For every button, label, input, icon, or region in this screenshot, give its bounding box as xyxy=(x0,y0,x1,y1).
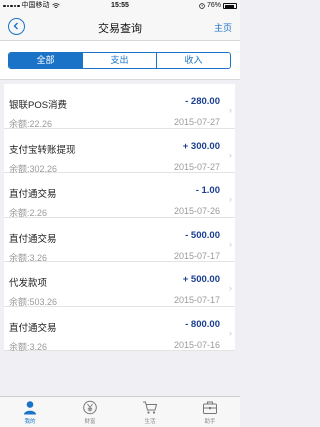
tabbar-label: 财富 xyxy=(84,419,96,425)
transaction-amount: - 500.00 xyxy=(185,229,220,241)
tabbar-item-life[interactable]: 生活 xyxy=(120,397,180,427)
transaction-amount: - 1.00 xyxy=(195,185,220,196)
page-title: 交易查询 xyxy=(98,23,142,35)
transaction-row[interactable]: 银联POS消费 - 280.00 余额:22.26 2015-07-27 › xyxy=(4,84,235,129)
transaction-balance: 余额:3.26 xyxy=(9,341,48,352)
transaction-row[interactable]: 直付通交易 - 800.00 余额:3.26 2015-07-16 › xyxy=(4,306,235,352)
transaction-name: 支付宝转账提现 xyxy=(9,144,76,156)
alarm-icon xyxy=(199,3,205,9)
transaction-row[interactable]: 直付通交易 - 500.00 余额:3.26 2015-07-17 › xyxy=(4,217,235,263)
transaction-date: 2015-07-17 xyxy=(173,250,220,261)
transaction-date: 2015-07-26 xyxy=(173,206,220,216)
tab-expense[interactable]: 支出 xyxy=(82,53,156,68)
person-icon xyxy=(24,401,36,415)
transaction-row[interactable]: 代发款项 + 500.00 余额:503.26 2015-07-17 › xyxy=(4,262,235,307)
tabbar-item-assistant[interactable]: 助手 xyxy=(180,397,240,427)
transaction-amount: - 280.00 xyxy=(185,96,220,107)
transaction-name: 直付通交易 xyxy=(9,322,57,334)
cart-icon xyxy=(143,401,158,414)
tabbar-label: 我的 xyxy=(24,419,36,425)
battery-percent: 76% xyxy=(206,2,221,9)
tabbar-label: 助手 xyxy=(204,419,216,425)
transaction-date: 2015-07-27 xyxy=(173,117,220,127)
transaction-amount: + 500.00 xyxy=(182,274,220,285)
tab-all[interactable]: 全部 xyxy=(9,53,82,68)
chevron-right-icon: › xyxy=(229,194,232,204)
yen-icon xyxy=(83,400,97,415)
transaction-date: 2015-07-17 xyxy=(173,295,220,305)
transaction-row[interactable]: 支付宝转账提现 + 300.00 余额:302.26 2015-07-27 › xyxy=(4,128,235,174)
briefcase-icon xyxy=(203,401,217,414)
status-bar: 中国移动 15:55 76% xyxy=(0,0,240,12)
transaction-name: 直付通交易 xyxy=(9,189,57,200)
battery-icon xyxy=(223,3,237,9)
transaction-date: 2015-07-27 xyxy=(173,161,220,172)
transaction-name: 银联POS消费 xyxy=(9,100,68,111)
filter-bar: 全部 支出 收入 xyxy=(0,41,240,80)
filter-tabs: 全部 支出 收入 xyxy=(8,52,231,69)
transaction-name: 代发款项 xyxy=(9,278,48,289)
transaction-amount: - 800.00 xyxy=(185,318,220,330)
chevron-right-icon: › xyxy=(229,238,232,249)
transaction-name: 直付通交易 xyxy=(9,233,57,245)
bottom-tab-bar: 我的 财富 生活 助手 xyxy=(0,396,240,427)
tab-income[interactable]: 收入 xyxy=(156,53,230,68)
transaction-date: 2015-07-16 xyxy=(173,339,220,350)
tabbar-item-mine[interactable]: 我的 xyxy=(0,397,60,427)
tabbar-label: 生活 xyxy=(144,419,156,425)
home-link[interactable]: 主页 xyxy=(214,21,232,34)
chevron-right-icon: › xyxy=(229,149,232,160)
nav-bar: 交易查询 主页 xyxy=(0,12,240,41)
chevron-right-icon: › xyxy=(229,105,232,115)
chevron-right-icon: › xyxy=(229,283,232,293)
tabbar-item-wealth[interactable]: 财富 xyxy=(60,397,120,427)
status-right: 76% xyxy=(199,0,237,12)
transaction-row[interactable]: 直付通交易 - 1.00 余额:2.26 2015-07-26 › xyxy=(4,173,235,218)
transaction-amount: + 300.00 xyxy=(182,140,220,152)
chevron-right-icon: › xyxy=(229,327,232,338)
transaction-list: 银联POS消费 - 280.00 余额:22.26 2015-07-27 › 支… xyxy=(4,84,235,352)
